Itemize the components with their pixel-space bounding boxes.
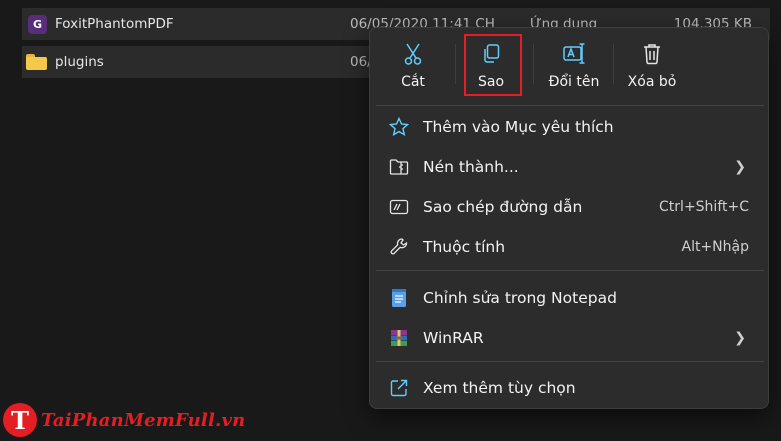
copy-highlight-box bbox=[464, 34, 522, 96]
file-name: FoxitPhantomPDF bbox=[55, 16, 174, 32]
menu-item-winrar[interactable]: WinRAR ❯ bbox=[370, 318, 768, 358]
winrar-icon bbox=[389, 328, 409, 348]
chevron-right-icon: ❯ bbox=[734, 330, 746, 346]
watermark-text: TaiPhanMemFull.vn bbox=[41, 409, 246, 431]
menu-item-label: Thêm vào Mục yêu thích bbox=[423, 118, 614, 136]
menu-item-label: Chỉnh sửa trong Notepad bbox=[423, 289, 617, 307]
menu-item-label: Nén thành... bbox=[423, 158, 519, 176]
divider bbox=[376, 270, 764, 271]
menu-item-add-favorites[interactable]: Thêm vào Mục yêu thích bbox=[370, 107, 768, 147]
chevron-right-icon: ❯ bbox=[734, 159, 746, 175]
delete-button[interactable]: Xóa bỏ bbox=[616, 28, 688, 104]
trash-icon bbox=[642, 42, 662, 66]
menu-item-copy-path[interactable]: Sao chép đường dẫn Ctrl+Shift+C bbox=[370, 187, 768, 227]
menu-item-label: Xem thêm tùy chọn bbox=[423, 379, 576, 397]
divider bbox=[613, 44, 614, 84]
cut-label: Cắt bbox=[401, 74, 425, 90]
rename-button[interactable]: Đổi tên bbox=[538, 28, 610, 104]
watermark: T TaiPhanMemFull.vn bbox=[3, 403, 245, 437]
delete-label: Xóa bỏ bbox=[627, 74, 677, 90]
pdf-app-icon: G bbox=[28, 14, 47, 34]
divider bbox=[376, 361, 764, 362]
menu-item-show-more-options[interactable]: Xem thêm tùy chọn bbox=[370, 368, 768, 408]
folder-icon bbox=[26, 54, 47, 70]
menu-item-properties[interactable]: Thuộc tính Alt+Nhập bbox=[370, 227, 768, 267]
wrench-icon bbox=[389, 237, 409, 257]
file-row-plugins[interactable]: plugins 06/ bbox=[22, 46, 402, 78]
more-options-icon bbox=[389, 378, 409, 398]
divider bbox=[376, 105, 764, 106]
notepad-icon bbox=[389, 288, 409, 308]
star-icon bbox=[389, 117, 409, 137]
copy-path-icon bbox=[389, 197, 409, 217]
zip-folder-icon bbox=[389, 157, 409, 177]
divider bbox=[533, 44, 534, 84]
watermark-logo: T bbox=[3, 403, 37, 437]
menu-item-edit-notepad[interactable]: Chỉnh sửa trong Notepad bbox=[370, 278, 768, 318]
cut-button[interactable]: Cắt bbox=[377, 28, 449, 104]
menu-item-label: WinRAR bbox=[423, 329, 484, 347]
shortcut-text: Alt+Nhập bbox=[681, 239, 750, 255]
scissors-icon bbox=[403, 42, 423, 66]
context-menu: Cắt Sao Đổi tên Xóa bỏ Thêm vào Mục yêu … bbox=[369, 27, 769, 409]
rename-label: Đổi tên bbox=[548, 74, 600, 90]
menu-item-compress[interactable]: Nén thành... ❯ bbox=[370, 147, 768, 187]
shortcut-text: Ctrl+Shift+C bbox=[659, 199, 749, 215]
menu-item-label: Thuộc tính bbox=[423, 238, 506, 256]
menu-item-label: Sao chép đường dẫn bbox=[423, 198, 583, 216]
file-name: plugins bbox=[55, 54, 104, 70]
rename-icon bbox=[562, 42, 586, 66]
